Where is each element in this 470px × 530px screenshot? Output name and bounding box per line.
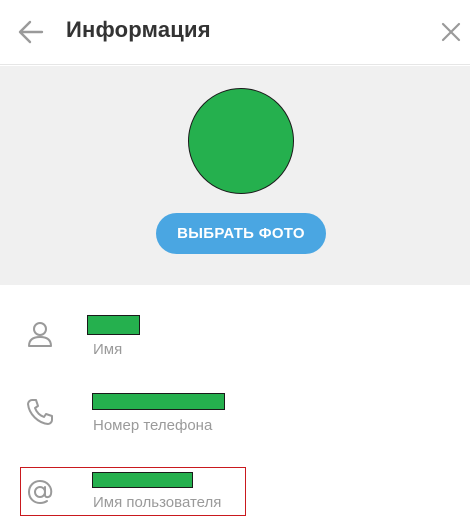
- name-value-redacted: [87, 315, 140, 335]
- avatar[interactable]: [188, 88, 294, 194]
- person-icon: [28, 322, 52, 347]
- username-highlight-box: [20, 467, 246, 516]
- phone-icon: [27, 399, 53, 425]
- header-bar: Информация: [0, 0, 470, 65]
- back-button[interactable]: [14, 16, 48, 48]
- close-icon: [441, 22, 461, 42]
- close-button[interactable]: [436, 17, 466, 47]
- page-title: Информация: [66, 17, 211, 42]
- arrow-left-icon: [18, 20, 44, 44]
- photo-section: ВЫБРАТЬ ФОТО: [0, 66, 470, 285]
- phone-field-row[interactable]: Номер телефона: [0, 378, 470, 448]
- choose-photo-button[interactable]: ВЫБРАТЬ ФОТО: [156, 213, 326, 254]
- phone-value-redacted: [92, 393, 225, 410]
- name-field-row[interactable]: Имя: [0, 300, 470, 370]
- name-label: Имя: [93, 341, 123, 358]
- phone-label: Номер телефона: [93, 417, 213, 434]
